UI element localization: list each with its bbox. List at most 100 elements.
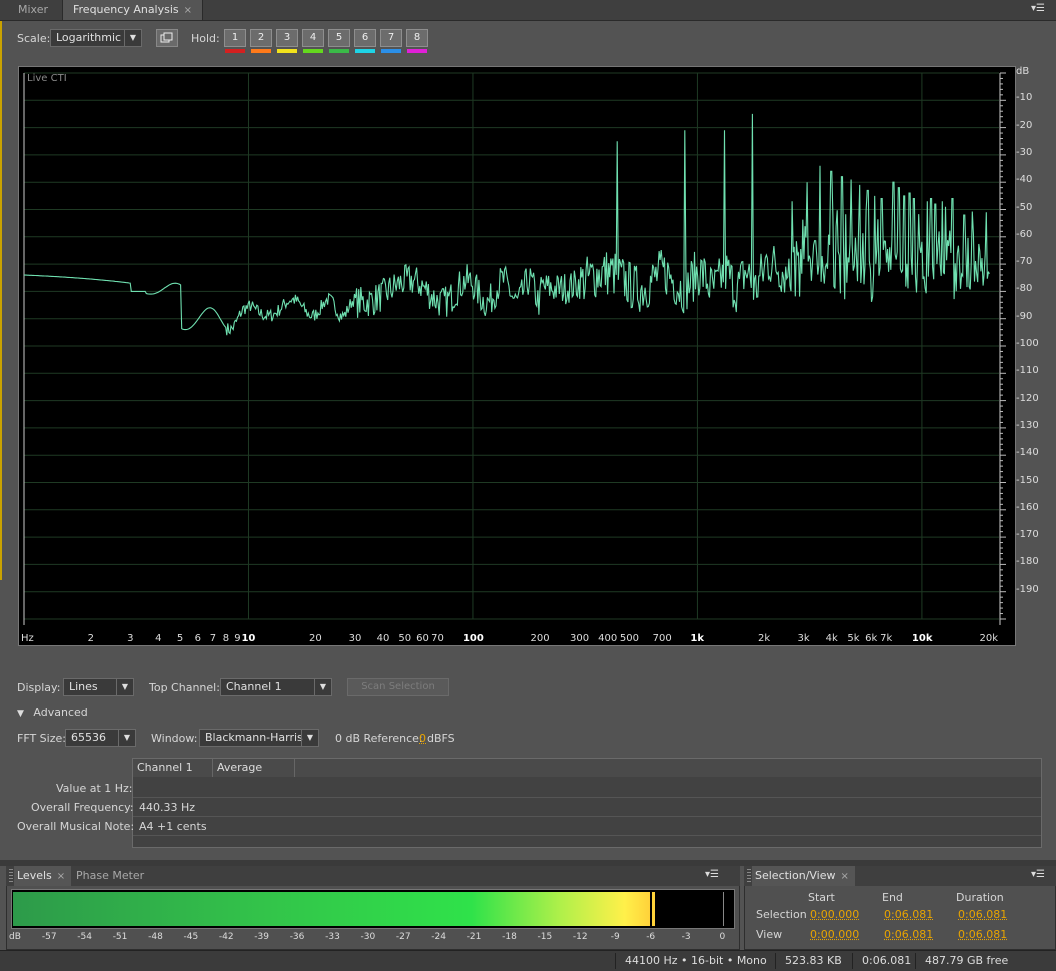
y-axis-label: -110 — [1016, 365, 1039, 377]
hold-button-4[interactable]: 4 — [302, 29, 324, 47]
col-header-filler — [295, 759, 1041, 777]
tab-selection-view[interactable]: Selection/View × — [752, 866, 855, 886]
tab-levels[interactable]: Levels × — [14, 866, 72, 886]
close-icon[interactable]: × — [57, 871, 65, 882]
hold-color-swatch — [407, 49, 427, 53]
panel-tabbar: Mixer Frequency Analysis × ▾☰ — [0, 0, 1056, 21]
level-scale-label: -39 — [254, 932, 269, 942]
x-axis-label: 7 — [209, 633, 217, 644]
level-scale-label: -51 — [112, 932, 128, 942]
y-axis-label: -20 — [1016, 119, 1033, 131]
selection-end-input[interactable]: 0:06.081 — [884, 908, 933, 921]
x-axis-label: 50 — [398, 633, 412, 644]
x-axis-label: 400 — [598, 633, 618, 644]
frequency-graph[interactable]: Live CTI — [18, 66, 1016, 646]
hold-button-7[interactable]: 7 — [380, 29, 402, 47]
hold-button-2[interactable]: 2 — [250, 29, 272, 47]
row-divider — [133, 835, 1041, 836]
col-header-channel[interactable]: Channel 1 — [133, 759, 213, 777]
window-value: Blackmann-Harris — [205, 731, 303, 744]
hold-color-swatch — [381, 49, 401, 53]
y-axis-label: -90 — [1016, 310, 1033, 322]
level-scale-label: -45 — [183, 932, 199, 942]
row-value-overall-note: A4 +1 cents — [139, 820, 207, 833]
x-axis-label: 9 — [234, 633, 241, 644]
panel-menu-icon[interactable]: ▾☰ — [1026, 869, 1050, 881]
y-axis-label: -180 — [1016, 556, 1039, 568]
level-scale-label: -48 — [148, 932, 163, 942]
window-dropdown[interactable]: Blackmann-Harris ▼ — [199, 729, 319, 747]
level-scale-label: -12 — [572, 932, 588, 942]
x-axis-label: 700 — [652, 633, 672, 644]
fft-size-dropdown[interactable]: 65536 ▼ — [65, 729, 136, 747]
level-scale-label: -18 — [502, 932, 517, 942]
col-header-average[interactable]: Average — [213, 759, 295, 777]
hold-button-1[interactable]: 1 — [224, 29, 246, 47]
level-scale-label: -54 — [77, 932, 92, 942]
live-cti-label: Live CTI — [27, 73, 67, 84]
top-channel-dropdown[interactable]: Channel 1 ▼ — [220, 678, 332, 696]
y-axis-label: -80 — [1016, 283, 1033, 295]
y-axis-label: -130 — [1016, 419, 1039, 431]
hold-button-8[interactable]: 8 — [406, 29, 428, 47]
row-label-value-1hz: Value at 1 Hz: — [56, 782, 133, 795]
fft-size-label: FFT Size: — [17, 732, 66, 745]
scan-selection-button[interactable]: Scan Selection — [347, 678, 449, 696]
col-duration-label: Duration — [956, 891, 1004, 904]
view-end-input[interactable]: 0:06.081 — [884, 928, 933, 941]
hold-label: Hold: — [191, 32, 220, 45]
panel-menu-icon[interactable]: ▾☰ — [1026, 3, 1050, 15]
x-axis-label: 8 — [222, 633, 230, 644]
panel-menu-icon[interactable]: ▾☰ — [700, 869, 724, 881]
col-header-average-label: Average — [217, 761, 263, 774]
level-meter — [11, 889, 735, 929]
hold-button-3[interactable]: 3 — [276, 29, 298, 47]
top-channel-label: Top Channel: — [149, 681, 220, 694]
hold-color-swatch — [303, 49, 323, 53]
row-divider — [133, 797, 1041, 798]
scan-selection-label: Scan Selection — [361, 681, 435, 692]
col-end-label: End — [882, 891, 903, 904]
left-accent-strip — [0, 20, 2, 580]
close-icon[interactable]: × — [184, 5, 192, 16]
x-axis-label: 20k — [979, 633, 998, 644]
level-scale-label: -36 — [289, 932, 305, 942]
panel-grip[interactable] — [747, 869, 751, 883]
selection-duration-input[interactable]: 0:06.081 — [958, 908, 1007, 921]
view-start-input[interactable]: 0:00.000 — [810, 928, 859, 941]
x-axis-label: 70 — [431, 633, 444, 644]
scale-dropdown[interactable]: Logarithmic ▼ — [50, 29, 142, 47]
tab-phase-meter-label: Phase Meter — [76, 869, 145, 882]
x-axis-unit: Hz — [21, 633, 34, 644]
hold-button-5[interactable]: 5 — [328, 29, 350, 47]
tab-mixer[interactable]: Mixer — [8, 0, 58, 20]
y-axis-label: -190 — [1016, 583, 1039, 595]
level-scale-label: -24 — [431, 932, 446, 942]
display-dropdown[interactable]: Lines ▼ — [63, 678, 134, 696]
results-table: Channel 1 Average — [132, 758, 1042, 848]
tab-phase-meter[interactable]: Phase Meter — [76, 866, 144, 886]
panel-grip[interactable] — [9, 869, 13, 883]
reference-value-input[interactable]: 0 — [419, 732, 426, 745]
status-separator — [915, 953, 916, 969]
level-scale-label: -9 — [610, 932, 620, 942]
level-scale-label: -33 — [325, 932, 340, 942]
view-duration-input[interactable]: 0:06.081 — [958, 928, 1007, 941]
copy-icon — [160, 32, 173, 43]
selection-start-input[interactable]: 0:00.000 — [810, 908, 859, 921]
row-divider — [133, 816, 1041, 817]
tab-frequency-analysis[interactable]: Frequency Analysis × — [62, 0, 204, 20]
x-axis-label: 5 — [176, 633, 184, 644]
top-channel-value: Channel 1 — [226, 680, 282, 693]
y-axis-label: -170 — [1016, 529, 1039, 541]
view-row-label: View — [756, 928, 783, 941]
y-axis-label: -10 — [1016, 92, 1033, 104]
advanced-toggle[interactable]: ▼ Advanced — [17, 706, 88, 719]
tab-selection-view-label: Selection/View — [755, 869, 836, 882]
level-scale-label: 0 — [719, 932, 726, 942]
close-icon[interactable]: × — [841, 871, 849, 882]
hold-color-swatch — [251, 49, 271, 53]
copy-graph-button[interactable] — [156, 29, 178, 47]
hold-button-6[interactable]: 6 — [354, 29, 376, 47]
chevron-down-icon: ▼ — [301, 730, 318, 746]
